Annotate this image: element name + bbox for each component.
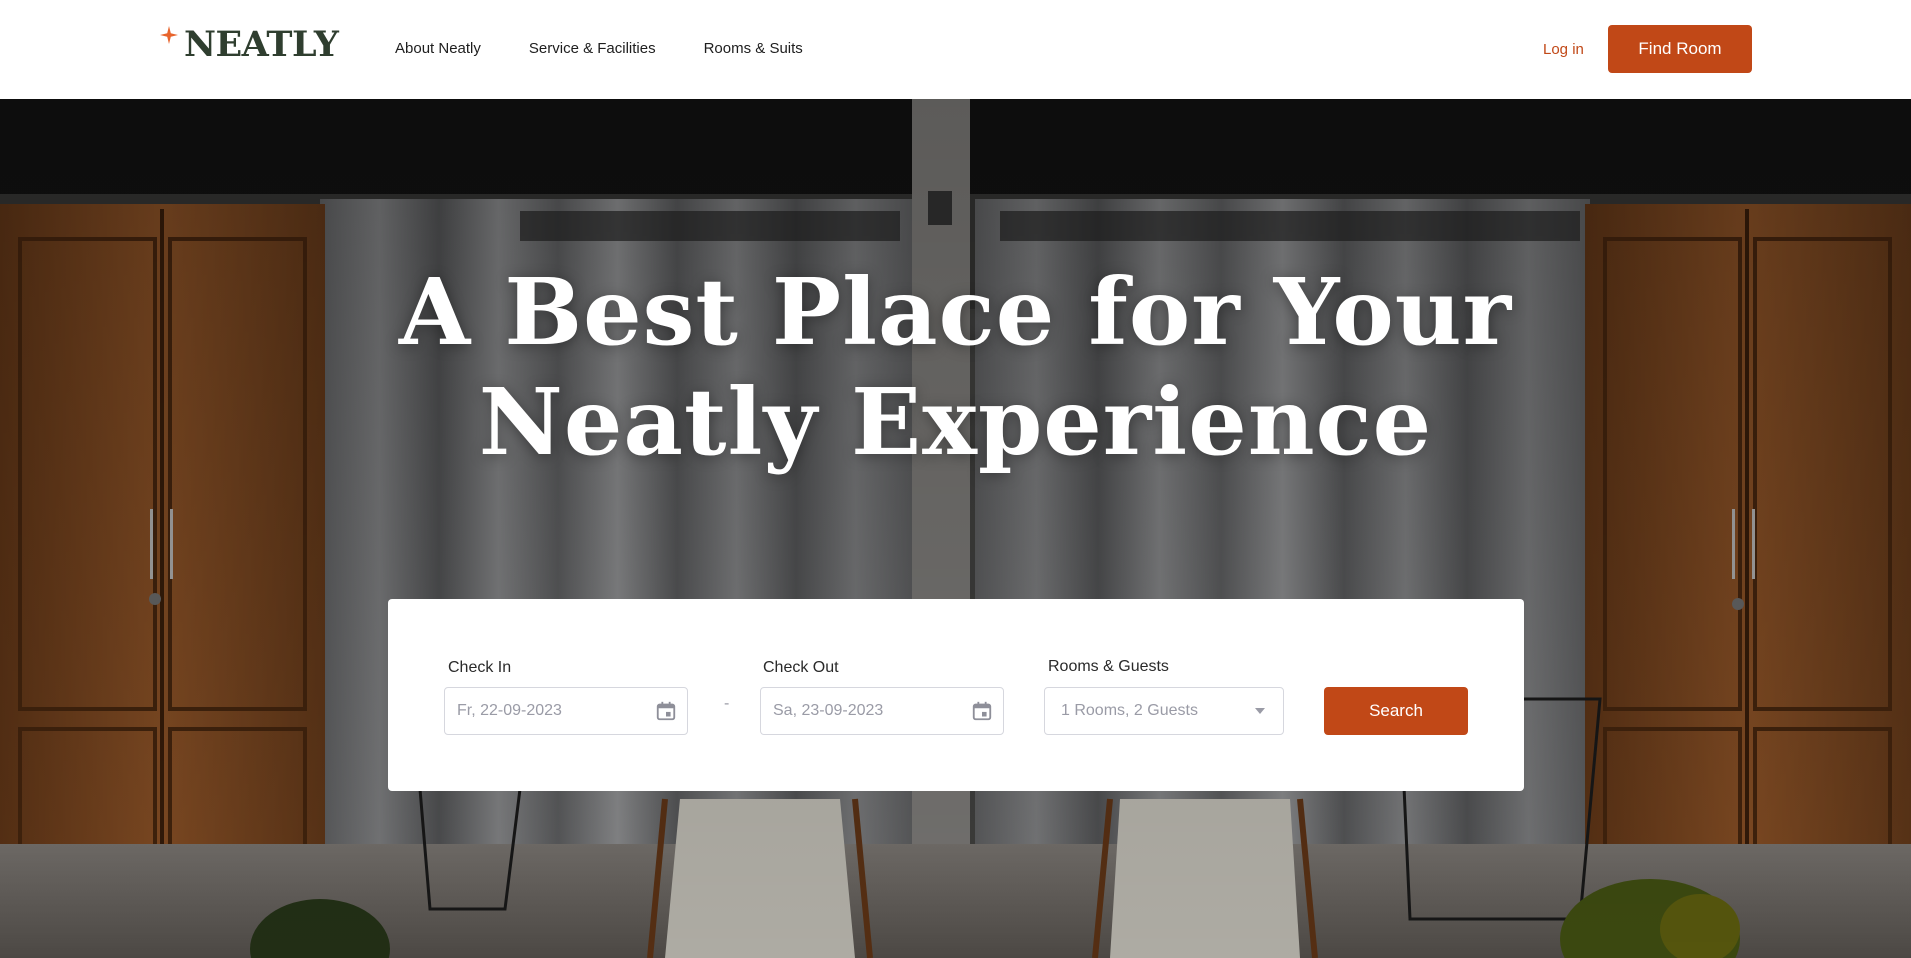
search-button[interactable]: Search bbox=[1324, 687, 1468, 735]
hero-title-line-1: A Best Place for Your bbox=[398, 258, 1513, 366]
sparkle-star-icon bbox=[160, 26, 178, 44]
checkout-label: Check Out bbox=[763, 659, 839, 676]
hero-title-line-2: Neatly Experience bbox=[478, 368, 1433, 476]
hero-section: A Best Place for Your Neatly Experience bbox=[0, 99, 1911, 958]
rooms-guests-select[interactable]: 1 Rooms, 2 Guests bbox=[1044, 687, 1284, 735]
checkout-date-value: Sa, 23-09-2023 bbox=[773, 702, 884, 719]
login-link[interactable]: Log in bbox=[1543, 41, 1584, 58]
find-room-button[interactable]: Find Room bbox=[1608, 25, 1752, 73]
room-search-card: Check In Fr, 22-09-2023 - Check Out Sa, … bbox=[388, 599, 1524, 791]
nav-link-rooms[interactable]: Rooms & Suits bbox=[704, 40, 803, 57]
checkin-date-value: Fr, 22-09-2023 bbox=[457, 702, 562, 719]
rooms-guests-label: Rooms & Guests bbox=[1048, 658, 1169, 675]
hero-title: A Best Place for Your Neatly Experience bbox=[0, 257, 1911, 477]
calendar-icon[interactable] bbox=[655, 700, 677, 722]
date-range-separator: - bbox=[724, 695, 730, 712]
nav-link-services[interactable]: Service & Facilities bbox=[529, 40, 656, 57]
checkin-date-input[interactable]: Fr, 22-09-2023 bbox=[444, 687, 688, 735]
rooms-guests-value: 1 Rooms, 2 Guests bbox=[1061, 702, 1198, 719]
chevron-down-icon bbox=[1255, 708, 1265, 714]
top-navbar: NEATLY About Neatly Service & Facilities… bbox=[0, 0, 1911, 99]
checkin-label: Check In bbox=[448, 659, 512, 676]
brand-name: NEATLY bbox=[184, 24, 339, 65]
hero-background-image bbox=[0, 99, 1911, 958]
calendar-icon[interactable] bbox=[971, 700, 993, 722]
checkout-date-input[interactable]: Sa, 23-09-2023 bbox=[760, 687, 1004, 735]
main-nav: About Neatly Service & Facilities Rooms … bbox=[395, 40, 851, 57]
nav-link-about[interactable]: About Neatly bbox=[395, 40, 481, 57]
